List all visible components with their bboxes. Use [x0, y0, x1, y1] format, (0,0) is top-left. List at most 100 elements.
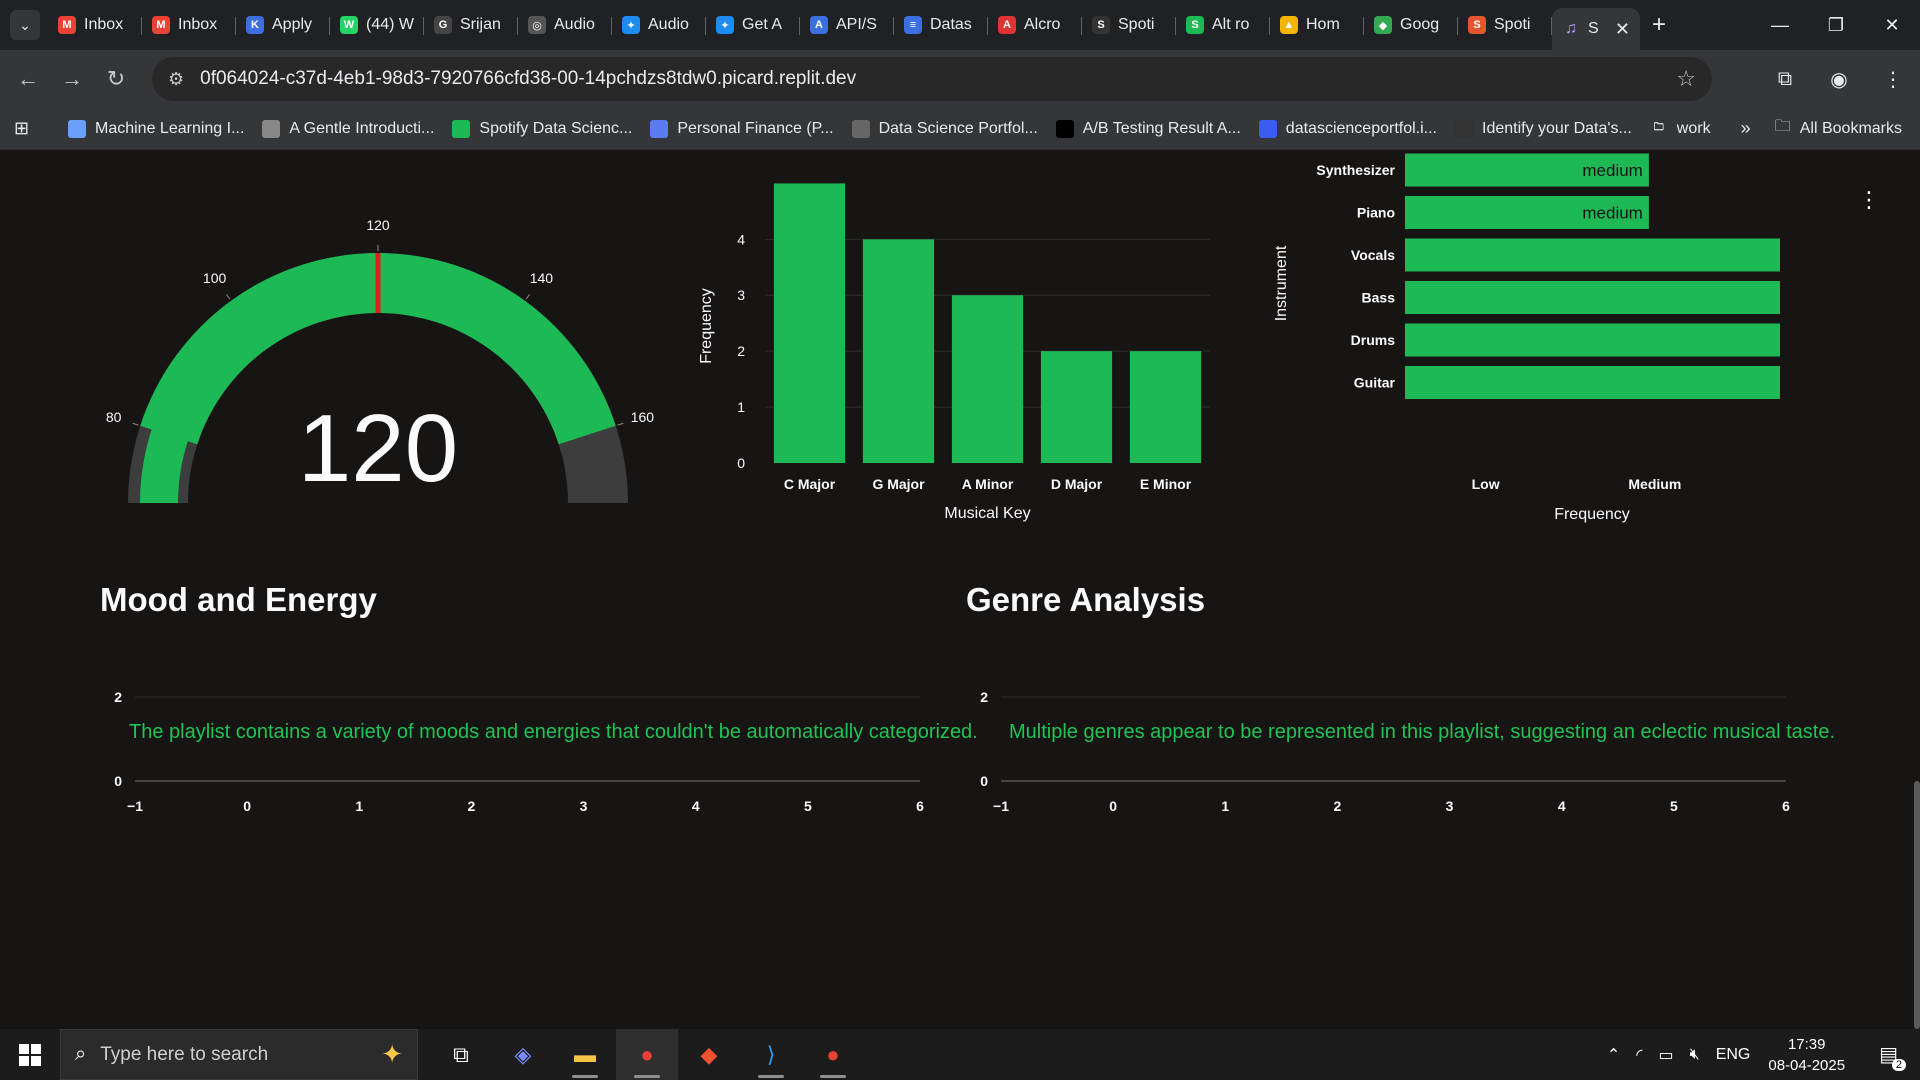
copilot-icon: ◈	[514, 1041, 532, 1067]
new-tab-button[interactable]: +	[1652, 11, 1666, 39]
x-tick-label: −1	[993, 798, 1009, 814]
drive-icon: ▲	[1280, 16, 1298, 34]
browser-tab[interactable]: A Alcro	[988, 6, 1082, 44]
browser-tab[interactable]: S Alt ro	[1176, 6, 1270, 44]
notifications-button[interactable]: ▤ 2	[1871, 1042, 1906, 1071]
bookmark-item[interactable]: Machine Learning I...	[68, 119, 244, 138]
bookmark-item[interactable]: A/B Testing Result A...	[1055, 119, 1241, 138]
browser-tab[interactable]: K Apply	[236, 6, 330, 44]
browser-tab[interactable]: M Inbox	[48, 6, 142, 44]
taskbar-search[interactable]: ⌕ Type here to search ✦	[60, 1029, 418, 1080]
bookmark-item[interactable]: Personal Finance (P...	[650, 119, 834, 138]
bar[interactable]	[1405, 238, 1780, 272]
url-text: 0f064024-c37d-4eb1-98d3-7920766cfd38-00-…	[200, 68, 857, 89]
bookmark-label: Personal Finance (P...	[677, 119, 834, 137]
bar[interactable]	[1405, 281, 1780, 314]
bookmark-item[interactable]: datascienceportfol.i...	[1258, 119, 1437, 138]
chevron-up-icon[interactable]: ⌃	[1607, 1045, 1620, 1065]
browser-tab[interactable]: A API/S	[800, 6, 894, 44]
gauge-tick-label: 80	[106, 409, 122, 425]
more-bookmarks-icon[interactable]: »	[1741, 118, 1751, 139]
site-info-icon[interactable]: ⚙	[168, 69, 184, 90]
tab-search-button[interactable]: ⌄	[10, 10, 40, 40]
browser-tab[interactable]: ▲ Hom	[1270, 6, 1364, 44]
bar[interactable]	[1405, 323, 1780, 357]
forward-button[interactable]: →	[50, 57, 94, 101]
battery-icon[interactable]: ▭	[1658, 1045, 1673, 1065]
bookmark-item[interactable]: Identify your Data's...	[1455, 119, 1632, 138]
bar[interactable]	[1405, 366, 1780, 399]
address-bar[interactable]: ⚙ 0f064024-c37d-4eb1-98d3-7920766cfd38-0…	[152, 57, 1712, 101]
bar[interactable]	[1040, 351, 1113, 463]
page-scrollbar[interactable]	[1914, 781, 1920, 1029]
openai-icon: ◎	[528, 16, 546, 34]
x-tick-label: 4	[692, 798, 700, 814]
vscode-app[interactable]: ⟩	[740, 1029, 802, 1080]
browser-tab[interactable]: S Spoti	[1082, 6, 1176, 44]
task-view-button[interactable]: ⧉	[430, 1029, 492, 1080]
chrome-app[interactable]: ●	[616, 1029, 678, 1080]
reload-button[interactable]: ↻	[94, 57, 138, 101]
y-tick-label: 0	[737, 455, 745, 471]
back-button[interactable]: ←	[6, 57, 50, 101]
bookmark-star-icon[interactable]: ☆	[1676, 66, 1696, 92]
shield-icon	[650, 119, 669, 138]
taskbar-search-placeholder: Type here to search	[100, 1043, 269, 1065]
file-explorer-app[interactable]: ▬	[554, 1029, 616, 1080]
minimize-button[interactable]: —	[1752, 0, 1808, 50]
browser-tab[interactable]: ◎ Audio	[518, 6, 612, 44]
x-tick-label: 0	[1109, 798, 1117, 814]
gauge-value: 120	[298, 395, 458, 502]
maximize-button[interactable]: ❐	[1808, 0, 1864, 50]
y-tick-label: Piano	[1357, 205, 1395, 221]
browser-tab-active[interactable]: ♫ S ✕	[1552, 8, 1640, 50]
volume-muted-icon[interactable]: 🔇︎	[1690, 1046, 1700, 1064]
bookmark-item[interactable]: Spotify Data Scienc...	[452, 119, 632, 138]
close-tab-icon[interactable]: ✕	[1615, 19, 1630, 40]
browser-tab[interactable]: G Srijan	[424, 6, 518, 44]
tds-icon	[1455, 119, 1473, 138]
browser-tab[interactable]: ◆ Goog	[1364, 6, 1458, 44]
browser-tab[interactable]: S Spoti	[1458, 6, 1552, 44]
bar[interactable]	[951, 295, 1024, 463]
wifi-icon[interactable]: ◜	[1636, 1045, 1642, 1065]
chrome-profile-app[interactable]: ●	[802, 1029, 864, 1080]
browser-tab[interactable]: ≡ Datas	[894, 6, 988, 44]
copilot-sparkle-icon: ✦	[381, 1039, 403, 1069]
copilot-app[interactable]: ◈	[492, 1029, 554, 1080]
browser-tab[interactable]: ✦ Audio	[612, 6, 706, 44]
all-bookmarks-button[interactable]: 🗀 All Bookmarks	[1775, 115, 1902, 142]
tab-title: Inbox	[178, 16, 218, 33]
app-menu-icon[interactable]: ⋮	[1858, 187, 1880, 213]
whatsapp-icon: W	[340, 16, 358, 34]
bookmark-label: datascienceportfol.i...	[1285, 119, 1437, 137]
tab-title: Audio	[648, 16, 689, 33]
start-button[interactable]	[0, 1029, 60, 1080]
gauge-tick-label: 140	[530, 270, 554, 286]
plus-icon: +	[1652, 11, 1667, 38]
portfolio-icon	[851, 119, 870, 138]
clock[interactable]: 17:39 08-04-2025	[1768, 1034, 1845, 1076]
close-window-button[interactable]: ✕	[1864, 0, 1920, 50]
git-app[interactable]: ◆	[678, 1029, 740, 1080]
browser-tab[interactable]: W (44) W	[330, 6, 424, 44]
profile-avatar-icon[interactable]: ◉	[1812, 67, 1866, 92]
browser-tab[interactable]: ✦ Get A	[706, 6, 800, 44]
tab-title: S	[1588, 20, 1599, 37]
y-axis-label: Frequency	[698, 288, 715, 364]
browser-tab[interactable]: M Inbox	[142, 6, 236, 44]
bar[interactable]	[773, 183, 846, 463]
genre-analysis-plot: 024−10123456	[980, 689, 1790, 814]
language-indicator[interactable]: ENG	[1716, 1046, 1751, 1064]
bar[interactable]	[862, 239, 935, 463]
bookmark-item[interactable]: 🗀 work	[1650, 120, 1711, 138]
y-tick-label: 0	[114, 773, 122, 789]
bookmark-item[interactable]: Data Science Portfol...	[851, 119, 1038, 138]
x-tick-label: D Major	[1051, 476, 1103, 492]
apps-grid-icon[interactable]: ⊞	[14, 118, 50, 139]
bar[interactable]	[1129, 351, 1202, 463]
extensions-icon[interactable]: ⧉	[1758, 68, 1812, 91]
browser-menu-icon[interactable]: ⋮	[1866, 67, 1920, 92]
bookmark-item[interactable]: A Gentle Introducti...	[262, 119, 434, 138]
bluesky-icon: ✦	[622, 16, 640, 34]
